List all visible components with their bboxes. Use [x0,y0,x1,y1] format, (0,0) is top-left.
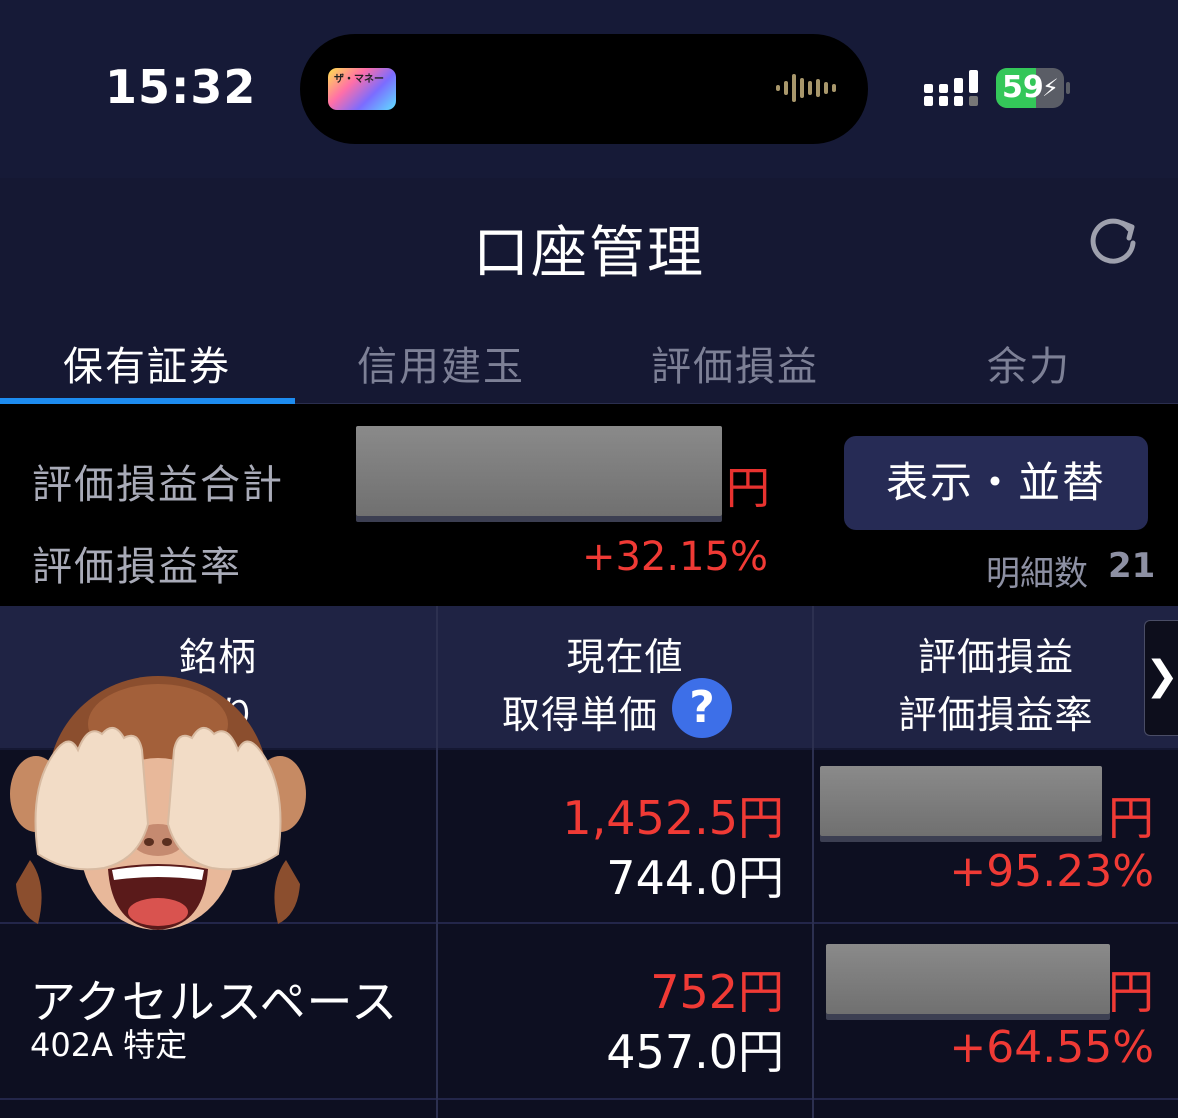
current-price: 1,452.5円 [562,791,784,845]
acquisition-price: 744.0円 [606,851,784,905]
pl-rate-label: 評価損益率 [32,544,242,590]
stock-code-account: 402A 特定 [30,1026,188,1064]
col-header-current-price[interactable]: 現在値 [438,626,812,681]
pl-unit: 円 [1108,965,1154,1019]
status-time: 15:32 [105,60,257,114]
column-divider [436,606,438,1118]
page-title: 口座管理 [473,221,705,286]
pl-rate: +95.23% [949,846,1154,897]
redaction-box [356,426,722,516]
help-icon[interactable]: ? [672,678,732,738]
audio-wave-icon [776,74,836,102]
island-app-label: ザ・マネー [334,74,384,85]
tab-valuation[interactable]: 評価損益 [588,334,882,392]
display-sort-button[interactable]: 表示・並替 [844,436,1148,530]
tab-holdings[interactable]: 保有証券 [0,334,294,392]
pl-unit: 円 [1108,791,1154,845]
pl-rate-value: +32.15% [581,534,768,580]
current-price: 752円 [650,965,784,1019]
total-pl-unit: 円 [726,463,772,514]
tab-margin-positions[interactable]: 信用建玉 [294,334,588,392]
refresh-icon[interactable] [1086,214,1140,268]
total-pl-label: 評価損益合計 [32,462,284,508]
tab-buying-power[interactable]: 余力 [882,334,1176,392]
battery-cap [1066,82,1070,94]
col-header-pl-rate[interactable]: 評価損益率 [814,684,1178,739]
acquisition-price: 457.0円 [606,1025,784,1079]
charging-bolt-icon: ⚡ [1042,74,1059,102]
item-count-label: 明細数 [986,554,1088,594]
chevron-right-icon[interactable]: ❯ [1144,620,1178,736]
battery-indicator: 59 ⚡ [996,68,1070,108]
see-no-evil-monkey-icon [10,676,306,930]
col-header-pl[interactable]: 評価損益 [814,626,1178,681]
column-divider [812,606,814,1118]
island-app-icon[interactable]: ザ・マネー [328,68,396,110]
pl-rate: +64.55% [949,1022,1154,1073]
col-header-acquisition-price[interactable]: 取得単価 [480,684,680,739]
redaction-box [820,766,1102,836]
cellular-signal-icon [924,70,978,106]
item-count-value: 21 [1108,546,1156,586]
table-row[interactable] [0,1100,1178,1118]
battery-level-text: 59 [1002,70,1044,105]
redaction-box [826,944,1110,1014]
